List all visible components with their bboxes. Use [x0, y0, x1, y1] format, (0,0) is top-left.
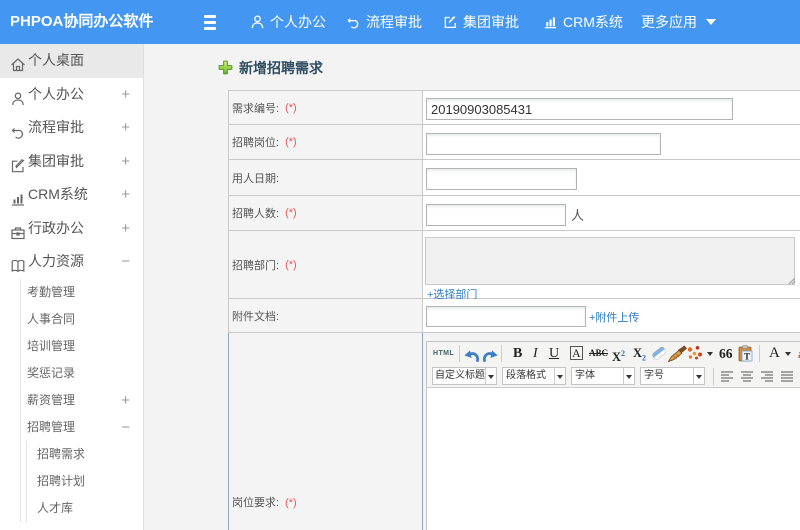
svg-text:T: T: [744, 352, 750, 362]
